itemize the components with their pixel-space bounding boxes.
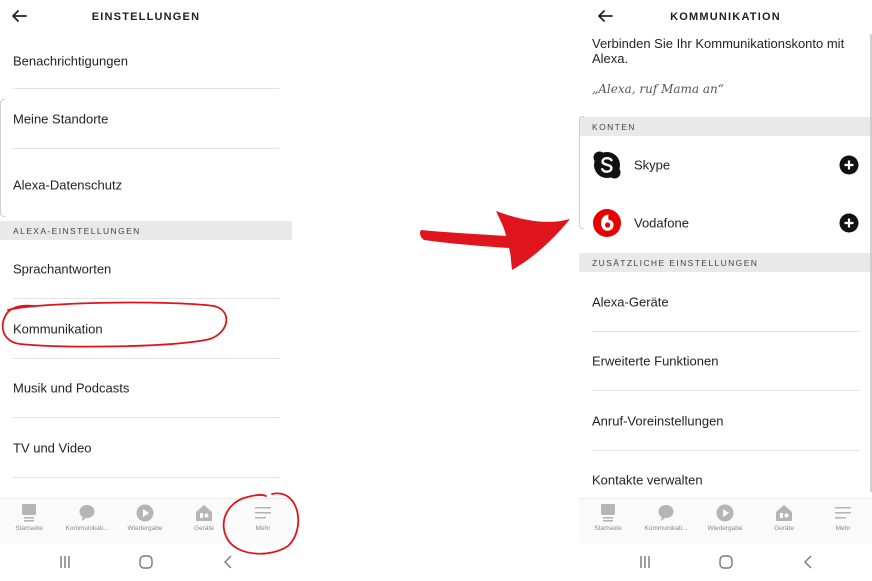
nav-label: Startseite <box>594 525 622 532</box>
nav-kommunikation[interactable]: Kommunikati... <box>637 504 695 532</box>
nav-mehr[interactable]: Mehr <box>234 504 292 532</box>
menu-item-label: Kontakte verwalten <box>592 472 703 488</box>
skype-icon <box>593 151 621 179</box>
chat-bubble-icon <box>658 505 674 521</box>
menu-lines-icon <box>255 507 271 519</box>
nav-startseite[interactable]: Startseite <box>0 504 58 532</box>
menu-item-benachrichtigungen[interactable]: Benachrichtigungen <box>0 34 292 87</box>
section-label: KONTEN <box>592 122 636 132</box>
example-phrase: „Alexa, ruf Mama an“ <box>592 82 724 96</box>
arrow-icon <box>420 211 570 270</box>
nav-label: Mehr <box>255 525 271 532</box>
nav-label: Startseite <box>15 525 43 532</box>
menu-item-label: Benachrichtigungen <box>13 53 128 68</box>
menu-item-label: TV und Video <box>13 440 92 455</box>
nav-label: Geräte <box>194 525 214 532</box>
menu-item-meine-standorte[interactable]: Meine Standorte <box>0 89 292 148</box>
section-label: ZUSÄTZLICHE EINSTELLUNGEN <box>592 258 759 268</box>
nav-label: Mehr <box>835 525 851 532</box>
account-skype[interactable]: Skype <box>579 136 872 194</box>
bottom-navigation: Startseite Kommunikati... Wiedergabe Ger… <box>0 498 292 543</box>
nav-mehr[interactable]: Mehr <box>814 504 872 532</box>
home-button-icon[interactable] <box>716 553 736 571</box>
section-label: ALEXA-EINSTELLUNGEN <box>13 226 141 236</box>
account-label: Skype <box>634 157 671 173</box>
menu-item-label: Erweiterte Funktionen <box>592 353 719 369</box>
menu-item-musik-und-podcasts[interactable]: Musik und Podcasts <box>0 359 292 417</box>
vodafone-icon <box>593 209 621 237</box>
bottom-navigation: Startseite Kommunikati... Wiedergabe Ger… <box>579 498 872 543</box>
settings-screen: EINSTELLUNGEN Benachrichtigungen Meine S… <box>0 0 292 581</box>
section-header-alexa-einstellungen: ALEXA-EINSTELLUNGEN <box>0 221 292 240</box>
menu-item-label: Musik und Podcasts <box>13 380 130 396</box>
system-back-icon[interactable] <box>798 553 818 571</box>
section-header-konten: KONTEN <box>579 117 872 136</box>
account-label: Vodafone <box>634 215 689 231</box>
home-icon <box>22 504 36 522</box>
menu-item-label: Alexa-Geräte <box>592 294 669 309</box>
home-icon <box>601 504 615 522</box>
devices-house-icon <box>776 505 792 521</box>
menu-item-erweiterte-funktionen[interactable]: Erweiterte Funktionen <box>579 332 872 390</box>
menu-item-label: Kommunikation <box>13 321 103 336</box>
play-icon <box>716 504 734 522</box>
nav-label: Kommunikati... <box>644 525 688 532</box>
top-bar: EINSTELLUNGEN <box>0 0 292 34</box>
section-header-zusaetzliche-einstellungen: ZUSÄTZLICHE EINSTELLUNGEN <box>579 253 872 272</box>
account-vodafone[interactable]: Vodafone <box>579 194 872 252</box>
menu-item-label: Sprachantworten <box>13 261 112 277</box>
menu-item-label: Anruf-Voreinstellungen <box>592 413 724 428</box>
play-icon <box>136 504 154 522</box>
nav-geraete[interactable]: Geräte <box>175 504 233 532</box>
home-button-icon[interactable] <box>136 553 156 571</box>
scroll-edge <box>579 116 584 229</box>
menu-item-label: Alexa-Datenschutz <box>13 177 123 192</box>
intro-text: Verbinden Sie Ihr Kommunikationskonto mi… <box>592 36 845 66</box>
menu-item-anruf-voreinstellungen[interactable]: Anruf-Voreinstellungen <box>579 391 872 450</box>
top-bar: KOMMUNIKATION <box>579 0 872 34</box>
recent-apps-icon[interactable] <box>55 553 75 571</box>
recent-apps-icon[interactable] <box>635 553 655 571</box>
devices-house-icon <box>196 505 212 521</box>
scroll-edge <box>0 99 5 217</box>
nav-wiedergabe[interactable]: Wiedergabe <box>696 504 754 532</box>
menu-item-sprachantworten[interactable]: Sprachantworten <box>0 240 292 298</box>
nav-geraete[interactable]: Geräte <box>755 504 813 532</box>
system-back-icon[interactable] <box>218 553 238 571</box>
add-circle-icon[interactable] <box>839 155 859 175</box>
nav-label: Wiedergabe <box>127 525 163 532</box>
nav-label: Geräte <box>774 525 794 532</box>
page-title: KOMMUNIKATION <box>670 11 781 23</box>
system-navigation-bar <box>579 543 872 581</box>
system-navigation-bar <box>0 543 292 581</box>
menu-item-tv-und-video[interactable]: TV und Video <box>0 418 292 477</box>
menu-item-alexa-geraete[interactable]: Alexa-Geräte <box>579 272 872 331</box>
divider <box>13 477 279 478</box>
nav-wiedergabe[interactable]: Wiedergabe <box>116 504 174 532</box>
kommunikation-screen: KOMMUNIKATION Verbinden Sie Ihr Kommunik… <box>579 0 872 581</box>
nav-label: Kommunikati... <box>65 525 109 532</box>
menu-item-label: Meine Standorte <box>13 111 109 126</box>
page-title: EINSTELLUNGEN <box>91 11 201 23</box>
nav-startseite[interactable]: Startseite <box>579 504 637 532</box>
chat-bubble-icon <box>79 505 95 521</box>
menu-item-alexa-datenschutz[interactable]: Alexa-Datenschutz <box>0 149 292 220</box>
menu-lines-icon <box>835 507 851 519</box>
add-circle-icon[interactable] <box>839 213 859 233</box>
nav-kommunikation[interactable]: Kommunikati... <box>58 504 116 532</box>
nav-label: Wiedergabe <box>707 525 743 532</box>
menu-item-kommunikation[interactable]: Kommunikation <box>0 299 292 358</box>
